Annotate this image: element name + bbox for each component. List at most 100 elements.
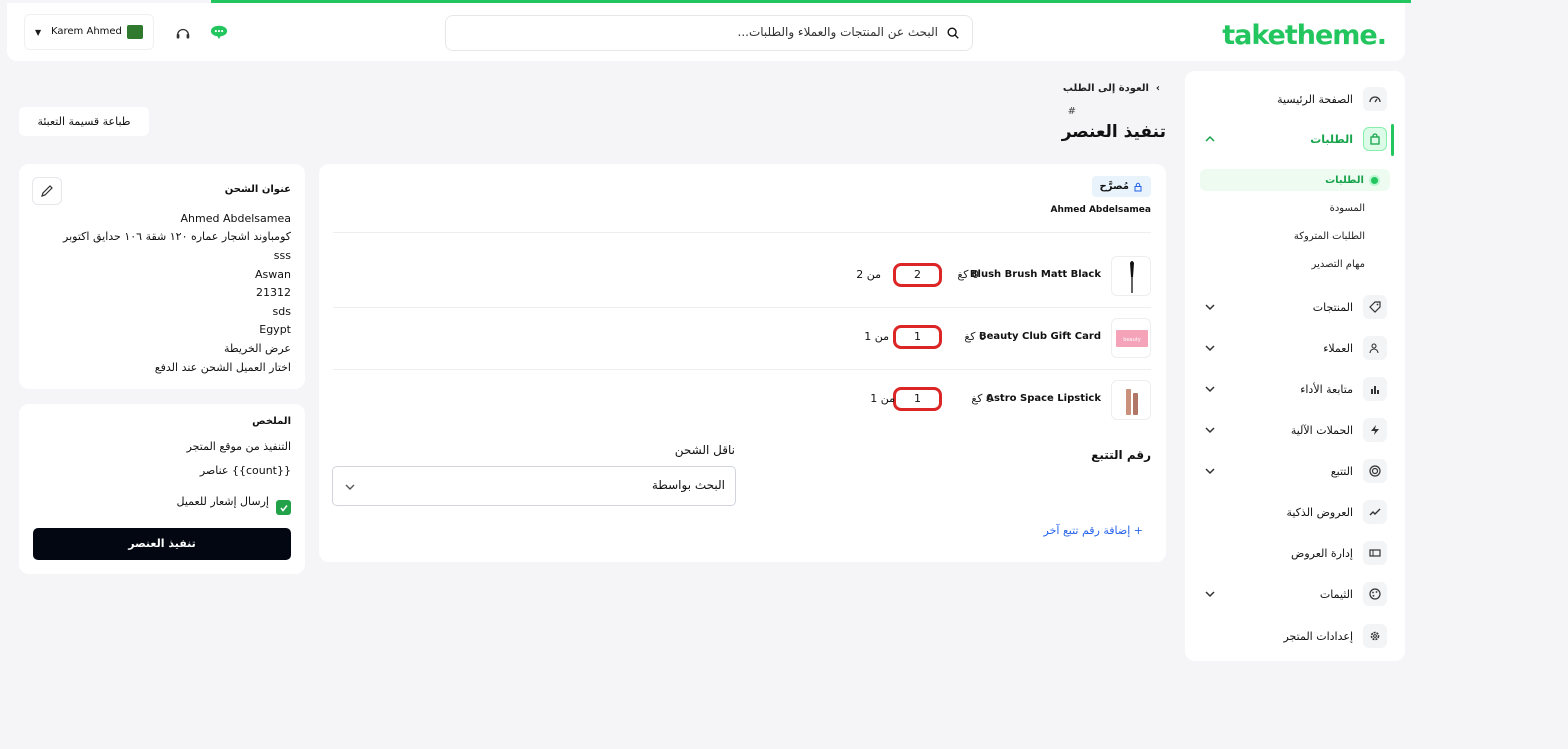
sidebar-item-label: الطلبات	[1310, 132, 1353, 146]
palette-icon	[1363, 582, 1387, 606]
sidebar-item-products[interactable]: المنتجات	[1203, 292, 1387, 322]
quantity-input[interactable]: 1	[893, 387, 942, 411]
bar-chart-icon	[1363, 377, 1387, 401]
product-name: Blush Brush Matt Black	[969, 269, 1101, 280]
sidebar-item-automations[interactable]: الحملات الآلية	[1203, 415, 1387, 445]
store-avatar	[127, 25, 143, 39]
sidebar-item-orders[interactable]: الطلبات	[1203, 124, 1387, 154]
active-indicator	[1391, 124, 1394, 156]
shipping-address-card: عنوان الشحن Ahmed Abdelsamea كومباوند اش…	[19, 164, 305, 389]
table-row: beauty Beauty Club Gift Card 0 كغ 1 من 1	[331, 318, 1151, 360]
lightning-icon	[1363, 418, 1387, 442]
product-name: Astro Space Lipstick	[986, 393, 1101, 404]
table-row: Blush Brush Matt Black 0 كغ 2 من 2	[331, 256, 1151, 298]
chevron-down-icon[interactable]	[1203, 382, 1217, 396]
chevron-down-icon: ▼	[35, 28, 42, 37]
quantity-total: من 1	[864, 330, 889, 343]
carrier-select[interactable]: البحث بواسطة	[332, 466, 736, 506]
carrier-label: ناقل الشحن	[674, 443, 735, 457]
user-menu[interactable]: ▼ Karem Ahmed	[24, 14, 154, 50]
chevron-down-icon[interactable]	[1203, 464, 1217, 478]
product-image: beauty	[1111, 318, 1151, 358]
svg-text:beauty: beauty	[1123, 337, 1140, 343]
product-weight: 0 كغ	[971, 392, 993, 405]
support-headset-icon[interactable]	[174, 25, 192, 43]
address-line: Egypt	[259, 323, 291, 336]
address-line: Ahmed Abdelsamea	[180, 212, 291, 225]
search-icon	[947, 27, 959, 39]
product-weight: 0 كغ	[957, 268, 979, 281]
address-line: Aswan	[255, 268, 291, 281]
address-line: sds	[272, 305, 291, 318]
product-image	[1111, 380, 1151, 420]
divider	[333, 232, 1151, 233]
chevron-down-icon	[345, 484, 355, 490]
user-name: Karem Ahmed	[51, 26, 122, 37]
chevron-up-icon[interactable]	[1203, 132, 1217, 146]
sidebar-subitem-drafts[interactable]: المسودة	[1195, 197, 1381, 219]
search-placeholder: البحث عن المنتجات والعملاء والطلبات...	[737, 25, 939, 39]
chevron-down-icon[interactable]	[1203, 423, 1217, 437]
sidebar: الصفحة الرئيسية الطلبات الطلبات المسودة …	[1185, 71, 1405, 661]
pencil-icon	[41, 185, 53, 197]
sidebar-item-offers[interactable]: إدارة العروض	[1203, 538, 1387, 568]
product-name: Beauty Club Gift Card	[978, 331, 1101, 342]
fulfillment-source: التنفيذ من موقع المتجر	[186, 440, 291, 453]
shopping-bag-icon	[1363, 127, 1387, 151]
section-title: عنوان الشحن	[224, 184, 291, 195]
sidebar-item-smart-offers[interactable]: العروض الذكية	[1203, 497, 1387, 527]
status-badge: مُصرَّح	[1091, 176, 1151, 197]
address-line: sss	[273, 249, 291, 262]
edit-address-button[interactable]	[32, 177, 62, 205]
quantity-total: من 2	[856, 268, 881, 281]
sidebar-item-settings[interactable]: إعدادات المتجر	[1203, 621, 1387, 651]
print-packing-slip-button[interactable]: طباعة قسيمة التعبئة	[19, 107, 149, 136]
chevron-down-icon[interactable]	[1203, 341, 1217, 355]
item-count: {{count}} عناصر	[199, 464, 291, 477]
target-icon	[1363, 459, 1387, 483]
back-link[interactable]: › العودة إلى الطلب	[1063, 83, 1160, 94]
sidebar-item-home[interactable]: الصفحة الرئيسية	[1203, 84, 1387, 114]
section-title: الملخص	[252, 416, 291, 427]
sidebar-item-customers[interactable]: العملاء	[1203, 333, 1387, 363]
table-row: Astro Space Lipstick 0 كغ 1 من 1	[331, 380, 1151, 422]
page-title: تنفيذ العنصر	[1061, 122, 1166, 142]
fulfillment-card: مُصرَّح Ahmed Abdelsamea Blush Brush Mat…	[319, 164, 1166, 562]
sidebar-item-themes[interactable]: الثيمات	[1203, 579, 1387, 609]
sidebar-item-analytics[interactable]: متابعة الأداء	[1203, 374, 1387, 404]
divider	[333, 369, 1151, 370]
address-line: 21312	[256, 286, 291, 299]
view-map-link[interactable]: عرض الخريطة	[224, 342, 291, 355]
summary-card: الملخص التنفيذ من موقع المتجر {{count}} …	[19, 404, 305, 574]
notify-customer-label: إرسال إشعار للعميل	[176, 495, 269, 508]
add-tracking-number-link[interactable]: + إضافة رقم تتبع آخر	[1044, 524, 1143, 537]
quantity-input[interactable]: 2	[893, 263, 942, 287]
users-icon	[1363, 336, 1387, 360]
quantity-input[interactable]: 1	[893, 325, 942, 349]
notify-customer-checkbox[interactable]	[276, 500, 291, 515]
customer-name: Ahmed Abdelsamea	[1050, 205, 1151, 215]
gear-icon	[1363, 624, 1387, 648]
active-dot-icon	[1371, 176, 1378, 184]
lock-icon	[1134, 182, 1142, 191]
chevron-down-icon[interactable]	[1203, 587, 1217, 601]
sidebar-subitem-orders[interactable]: الطلبات	[1200, 169, 1390, 191]
carrier-select-value: البحث بواسطة	[651, 478, 725, 492]
chat-icon[interactable]	[210, 23, 228, 41]
sidebar-subitem-export[interactable]: مهام التصدير	[1195, 253, 1381, 275]
check-icon	[279, 504, 288, 512]
dashboard-icon	[1363, 87, 1387, 111]
product-weight: 0 كغ	[964, 330, 986, 343]
sidebar-item-tracking[interactable]: التتبع	[1203, 456, 1387, 486]
divider	[333, 307, 1151, 308]
address-line: اختار العميل الشحن عند الدفع	[154, 361, 291, 374]
trend-icon	[1363, 500, 1387, 524]
fulfill-item-button[interactable]: تنفيذ العنصر	[33, 528, 291, 560]
sidebar-subitem-abandoned[interactable]: الطلبات المتروكة	[1195, 225, 1381, 247]
quantity-total: من 1	[870, 392, 895, 405]
chevron-down-icon[interactable]	[1203, 300, 1217, 314]
search-input[interactable]: البحث عن المنتجات والعملاء والطلبات...	[445, 15, 973, 51]
tracking-number-label: رقم التتبع	[1091, 448, 1151, 462]
logo[interactable]: taketheme.	[1222, 20, 1387, 51]
ticket-icon	[1363, 541, 1387, 565]
